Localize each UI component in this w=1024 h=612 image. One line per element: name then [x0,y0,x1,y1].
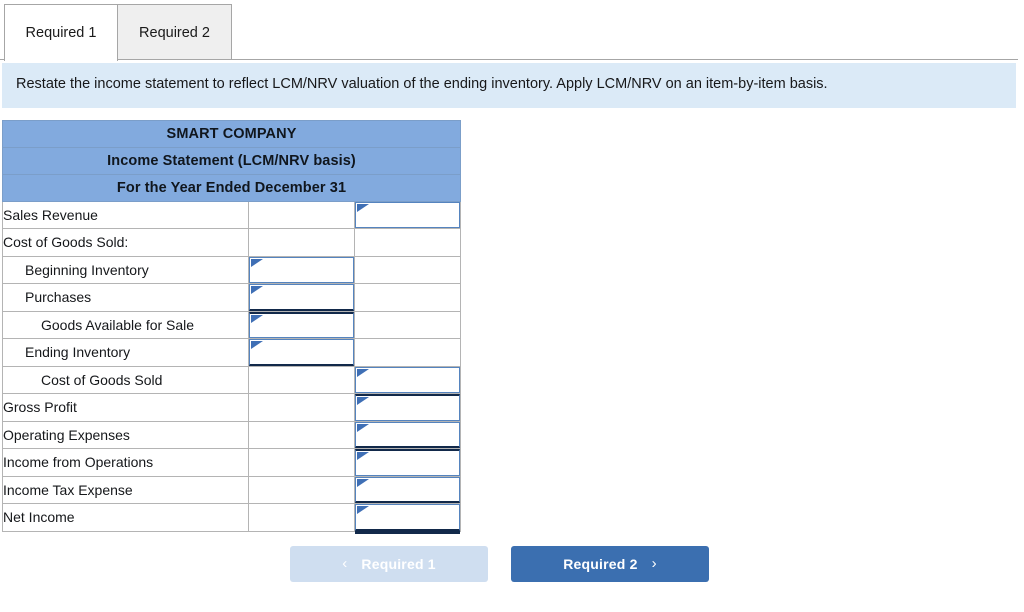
row-label: Income Tax Expense [2,475,249,505]
row-label: Income from Operations [2,448,249,477]
tab-required-1[interactable]: Required 1 [4,4,118,61]
table-row: Ending Inventory [2,338,462,367]
table-row: Beginning Inventory [2,255,462,285]
amount-input-cell[interactable] [248,283,355,312]
table-body: Sales Revenue Cost of Goods Sold: Beginnin… [2,200,462,532]
table-row: Purchases [2,283,462,312]
chevron-right-icon: › [651,555,657,573]
tab-required-2-label: Required 2 [139,24,210,41]
amount-input-cell[interactable] [353,420,462,450]
empty-cell [353,338,462,367]
income-statement-table: SMART COMPANY Income Statement (LCM/NRV … [1,119,462,532]
prev-button-label: Required 1 [361,555,436,572]
cell-corner-marker-icon [357,452,369,461]
amount-input-cell[interactable] [353,503,462,532]
header-row-period: For the Year Ended December 31 [1,173,462,202]
cell-corner-marker-icon [251,258,263,267]
table-row: Cost of Goods Sold: [2,228,462,257]
input-box[interactable] [355,476,461,504]
row-label: Cost of Goods Sold [2,365,249,395]
header-period: For the Year Ended December 31 [1,173,462,202]
cell-corner-marker-icon [251,286,263,295]
cell-corner-marker-icon [357,506,369,515]
cell-corner-marker-icon [251,314,263,323]
row-label: Beginning Inventory [2,255,249,285]
table-row: Gross Profit [2,393,462,422]
row-label: Operating Expenses [2,420,249,450]
row-label: Purchases [2,283,249,312]
input-box[interactable] [249,284,354,311]
input-box[interactable] [355,421,461,449]
table-row: Operating Expenses [2,420,462,450]
row-label: Net Income [2,503,249,532]
tab-strip: Required 1 Required 2 [0,0,1024,61]
cell-corner-marker-icon [251,341,263,350]
tab-required-2[interactable]: Required 2 [118,4,232,60]
row-label: Sales Revenue [2,200,249,230]
empty-cell [353,283,462,312]
table-row: Income from Operations [2,448,462,477]
input-box[interactable] [355,394,461,421]
header-company-name: SMART COMPANY [1,119,462,148]
cell-corner-marker-icon [357,203,369,212]
amount-input-cell[interactable] [248,255,355,285]
amount-input-cell[interactable] [353,475,462,505]
table-row: Income Tax Expense [2,475,462,505]
row-label: Goods Available for Sale [2,310,249,340]
next-button-label: Required 2 [563,555,638,572]
navigation-row: ‹ Required 1 Required 2 › [0,545,1024,582]
table-header: SMART COMPANY Income Statement (LCM/NRV … [1,119,462,202]
amount-input-cell[interactable] [353,200,462,230]
table-row: Net Income [2,503,462,532]
chevron-left-icon: ‹ [342,555,348,573]
table-row: Cost of Goods Sold [2,365,462,395]
input-box[interactable] [355,504,461,531]
empty-cell [248,420,355,450]
input-box[interactable] [249,256,354,284]
amount-input-cell[interactable] [353,393,462,422]
table-row: Goods Available for Sale [2,310,462,340]
cell-corner-marker-icon [357,397,369,406]
worksheet-container: SMART COMPANY Income Statement (LCM/NRV … [0,119,1024,532]
amount-input-cell[interactable] [353,448,462,477]
input-box[interactable] [249,339,354,366]
empty-cell [248,200,355,230]
amount-input-cell[interactable] [248,338,355,367]
cell-corner-marker-icon [357,478,369,487]
next-required-2-button[interactable]: Required 2 › [511,545,709,582]
empty-cell [248,448,355,477]
amount-input-cell[interactable] [353,365,462,395]
empty-cell [248,365,355,395]
tab-required-1-label: Required 1 [25,25,97,41]
instruction-text: Restate the income statement to reflect … [16,76,828,92]
row-label: Gross Profit [2,393,249,422]
cell-corner-marker-icon [357,368,369,377]
input-box[interactable] [355,366,461,394]
input-box[interactable] [249,311,354,339]
empty-cell [248,393,355,422]
empty-cell [353,310,462,340]
table-row: Sales Revenue [2,200,462,230]
instruction-banner: Restate the income statement to reflect … [2,63,1016,108]
empty-cell [353,228,462,257]
header-statement-title: Income Statement (LCM/NRV basis) [1,146,462,175]
empty-cell [248,475,355,505]
header-row-statement: Income Statement (LCM/NRV basis) [1,146,462,175]
row-label: Ending Inventory [2,338,249,367]
cell-corner-marker-icon [357,423,369,432]
empty-cell [248,228,355,257]
empty-cell [248,503,355,532]
empty-cell [353,255,462,285]
input-box[interactable] [355,449,461,476]
amount-input-cell[interactable] [248,310,355,340]
prev-required-1-button[interactable]: ‹ Required 1 [290,545,488,582]
input-box[interactable] [355,201,461,229]
header-row-company: SMART COMPANY [1,119,462,148]
row-label: Cost of Goods Sold: [2,228,249,257]
